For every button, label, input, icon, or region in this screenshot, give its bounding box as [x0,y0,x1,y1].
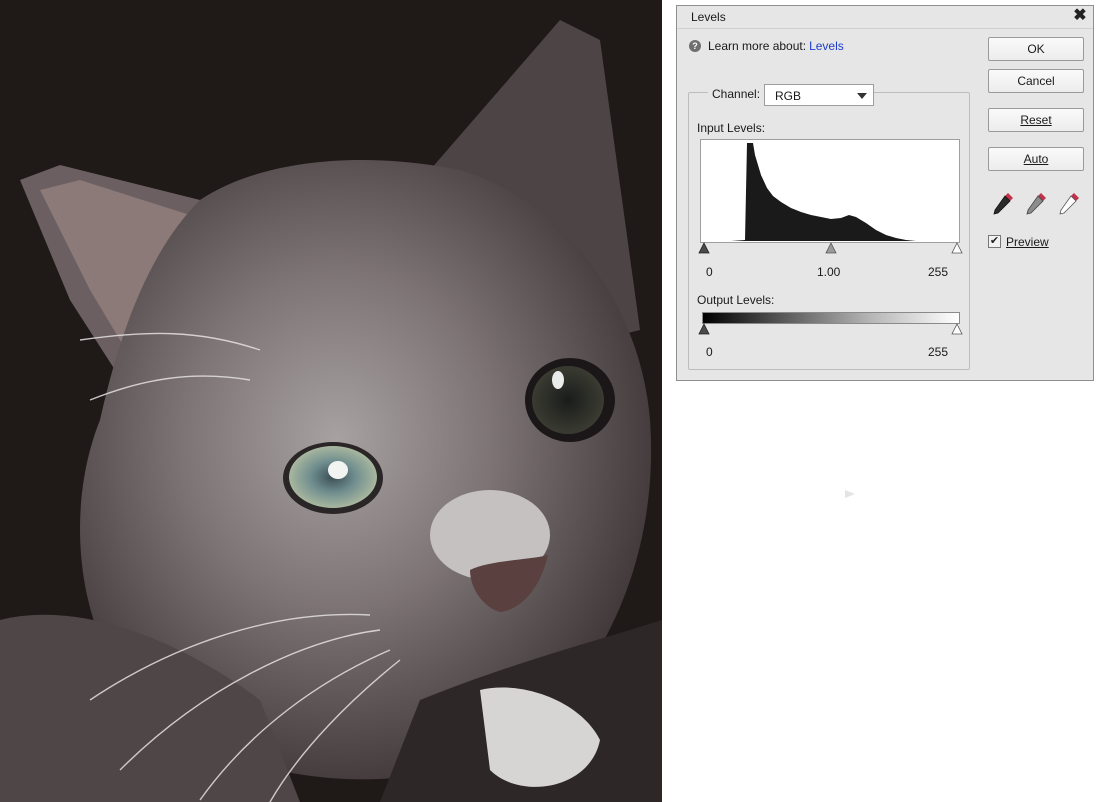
gray-eyedropper-icon[interactable] [1023,190,1049,218]
learn-more-prefix: Learn more about: [708,39,807,53]
chevron-down-icon [857,93,867,99]
cancel-button[interactable]: Cancel [988,69,1084,93]
channel-label: Channel: [708,87,765,101]
learn-more-link[interactable]: Levels [809,39,844,53]
levels-dialog: Levels ✖ ? Learn more about: Levels Chann… [676,5,1094,381]
learn-more-text: Learn more about: Levels [708,39,844,53]
input-black-handle[interactable] [698,242,710,254]
input-white-value[interactable]: 255 [928,265,948,279]
channel-select[interactable]: RGB [764,84,874,106]
dialog-title: Levels [691,10,726,24]
reset-label: Reset [1020,113,1052,127]
output-levels-label: Output Levels: [697,293,775,307]
output-black-value[interactable]: 0 [706,345,713,359]
input-slider[interactable] [698,242,963,256]
input-gamma-value[interactable]: 1.00 [817,265,840,279]
auto-label: Auto [1023,152,1049,166]
white-eyedropper-icon[interactable] [1056,190,1082,218]
output-slider[interactable] [698,323,963,337]
photo-canvas [0,0,662,802]
input-levels-label: Input Levels: [697,121,766,135]
input-gamma-handle[interactable] [825,242,837,254]
output-white-handle[interactable] [951,323,963,335]
output-black-handle[interactable] [698,323,710,335]
reset-button[interactable]: Reset [988,108,1084,132]
input-black-value[interactable]: 0 [706,265,713,279]
dialog-titlebar[interactable]: Levels ✖ [677,6,1093,29]
output-white-value[interactable]: 255 [928,345,948,359]
channel-value: RGB [775,89,802,103]
preview-checkbox[interactable]: ✔ [988,235,1001,248]
input-white-handle[interactable] [951,242,963,254]
close-icon[interactable]: ✖ [1071,7,1089,25]
stray-cursor-mark [845,490,855,498]
auto-button[interactable]: Auto [988,147,1084,171]
ok-button[interactable]: OK [988,37,1084,61]
black-eyedropper-icon[interactable] [990,190,1016,218]
question-circle-icon[interactable]: ? [689,40,701,52]
histogram [700,139,960,243]
histogram-graph [731,143,916,241]
kitten-photo [0,0,662,802]
preview-label[interactable]: Preview [1006,235,1049,249]
